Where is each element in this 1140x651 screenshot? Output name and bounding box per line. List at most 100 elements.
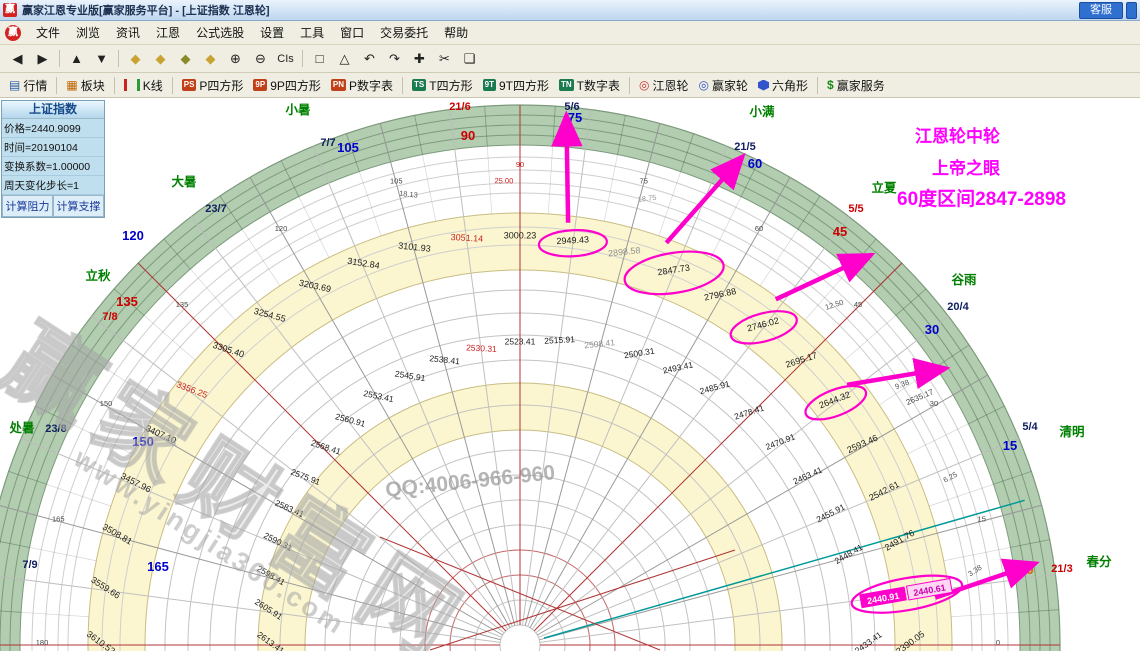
date-label: 23/7 xyxy=(205,203,226,215)
diamond-1-icon[interactable]: ◆ xyxy=(124,47,147,70)
degree-label: 150 xyxy=(132,434,154,449)
menu-item-0[interactable]: 文件 xyxy=(28,22,68,43)
diamond-2-icon[interactable]: ◆ xyxy=(149,47,172,70)
degree-label: 120 xyxy=(122,228,144,243)
9t-square-icon: 9T xyxy=(482,79,496,91)
rotate-right-icon[interactable]: ↷ xyxy=(383,47,406,70)
wheel-degree-tick: 180 xyxy=(36,638,49,647)
app-logo-icon: 赢 xyxy=(5,24,21,41)
sectors-icon: ▦ xyxy=(66,78,78,92)
winner-service-label: 赢家服务 xyxy=(836,78,885,93)
menu-item-7[interactable]: 窗口 xyxy=(332,22,372,43)
toolbar-item-hexagon[interactable]: 六角形 xyxy=(753,76,813,95)
triangle-tool-icon[interactable]: △ xyxy=(333,47,356,70)
chart-area: 2390.05 2491.76 2542.61 2593.46 2644.32 2695.… xyxy=(0,98,1140,651)
callout-tool-icon[interactable]: ❏ xyxy=(458,47,481,70)
toolbar-separator xyxy=(59,50,60,67)
menu-item-6[interactable]: 工具 xyxy=(292,22,332,43)
solar-term-label: 处暑 xyxy=(8,420,34,435)
toolbar-item-winner-wheel[interactable]: ◎ 赢家轮 xyxy=(694,76,754,95)
zoom-in-icon[interactable]: ⊕ xyxy=(224,47,247,70)
toolbar-item-t-square[interactable]: TS T四方形 xyxy=(407,76,478,95)
wheel-degree-tick: 90 xyxy=(516,160,524,169)
menu-item-5[interactable]: 设置 xyxy=(252,22,292,43)
menu-item-8[interactable]: 交易委托 xyxy=(372,22,436,43)
rotate-left-icon[interactable]: ↶ xyxy=(358,47,381,70)
kline-icon xyxy=(123,79,140,91)
menu-item-2[interactable]: 资讯 xyxy=(108,22,148,43)
hexagon-icon xyxy=(758,79,769,91)
menu-item-4[interactable]: 公式选股 xyxy=(188,22,252,43)
title-bar: 赢 赢家江恩专业版[赢家服务平台] - [上证指数 江恩轮] 客服 xyxy=(0,0,1140,21)
wheel-degree-tick: 45 xyxy=(854,300,862,309)
toolbar-separator xyxy=(171,76,173,94)
calc-support-button[interactable]: 计算支撑 xyxy=(53,195,104,217)
rect-tool-icon[interactable]: □ xyxy=(308,47,331,70)
winner-wheel-icon: ◎ xyxy=(698,78,709,92)
p-number-table-label: P数字表 xyxy=(349,78,394,93)
index-name: 上证指数 xyxy=(2,101,104,119)
toolbar-item-9t-square[interactable]: 9T 9T四方形 xyxy=(478,76,554,95)
back-icon[interactable]: ◀ xyxy=(6,47,29,70)
pointer-up-icon[interactable]: ▲ xyxy=(65,47,88,70)
solar-term-label: 立夏 xyxy=(871,180,897,195)
calc-resistance-button[interactable]: 计算阻力 xyxy=(2,195,53,217)
degree-label: 30 xyxy=(925,322,939,337)
quotes-icon: ▤ xyxy=(9,78,21,92)
menu-item-9[interactable]: 帮助 xyxy=(436,22,476,43)
toolbar-item-t-number-table[interactable]: TN T数字表 xyxy=(554,76,625,95)
cis-icon[interactable]: CIs xyxy=(274,47,297,70)
date-label: 5/6 xyxy=(564,101,579,113)
date-label: 23/8 xyxy=(45,423,66,435)
forward-icon[interactable]: ▶ xyxy=(31,47,54,70)
toolbar-item-p-number-table[interactable]: PN P数字表 xyxy=(326,76,398,95)
toolbar-item-winner-service[interactable]: $ 赢家服务 xyxy=(822,76,890,95)
cut-tool-icon[interactable]: ✂ xyxy=(433,47,456,70)
solar-term-label: 小暑 xyxy=(284,102,310,117)
t-square-label: T四方形 xyxy=(429,78,473,93)
9p-square-icon: 9P xyxy=(253,79,268,91)
toolbar-item-p-square[interactable]: PS P四方形 xyxy=(177,76,249,95)
hexagon-label: 六角形 xyxy=(772,78,809,93)
menu-item-3[interactable]: 江恩 xyxy=(148,22,188,43)
pointer-down-icon[interactable]: ▼ xyxy=(90,47,113,70)
toolbar-item-quotes[interactable]: ▤ 行情 xyxy=(4,76,52,95)
calc-buttons: 计算阻力 计算支撑 xyxy=(2,195,104,217)
menu-item-1[interactable]: 浏览 xyxy=(68,22,108,43)
annotation-line-0: 江恩轮中轮 xyxy=(915,127,1000,146)
toolbar-separator xyxy=(113,76,115,94)
index-info-rows: 价格=2440.9099 时间=20190104 变换系数=1.00000 周天变化步… xyxy=(2,119,104,195)
diamond-3-icon[interactable]: ◆ xyxy=(174,47,197,70)
diamond-4-icon[interactable]: ◆ xyxy=(199,47,222,70)
solar-term-label: 谷雨 xyxy=(951,272,977,287)
date-label: 21/6 xyxy=(449,101,470,113)
quotes-label: 行情 xyxy=(23,78,48,93)
toolbar-item-gann-wheel[interactable]: ◎ 江恩轮 xyxy=(634,76,694,95)
toolbar-item-sectors[interactable]: ▦ 板块 xyxy=(61,76,109,95)
wheel-pct-tick: 18.13 xyxy=(399,189,419,200)
degree-label: 15 xyxy=(1003,438,1017,453)
wheel-price-value: 2515.91 xyxy=(544,334,575,346)
solar-term-label: 小满 xyxy=(748,104,775,119)
wheel-degree-tick: 75 xyxy=(640,176,648,185)
date-label: 20/4 xyxy=(947,301,969,313)
menu-bar: 赢 文件 浏览 资讯 江恩 公式选股 设置 工具 窗口 交易委托 帮助 xyxy=(0,21,1140,45)
function-toolbar: ▤ 行情 ▦ 板块 K线 PS P四方形 9P 9P四方形 PN P数字表 TS T四方形 9T 9T四方形… xyxy=(0,73,1140,98)
wheel-degree-tick: 150 xyxy=(100,399,113,408)
wheel-price-value: 3000.23 xyxy=(504,231,537,241)
customer-service-button[interactable]: 客服 xyxy=(1079,1,1123,19)
zoom-out-icon[interactable]: ⊖ xyxy=(249,47,272,70)
toolbar-item-9p-square[interactable]: 9P 9P四方形 xyxy=(248,76,325,95)
9t-square-label: 9T四方形 xyxy=(498,78,549,93)
app-icon: 赢 xyxy=(3,3,17,17)
toolbar-item-kline[interactable]: K线 xyxy=(119,76,168,95)
solar-term-label: 清明 xyxy=(1059,424,1084,439)
kline-label: K线 xyxy=(142,78,163,93)
degree-label: 105 xyxy=(337,140,359,155)
wheel-degree-tick: 165 xyxy=(52,514,65,523)
t-number-table-icon: TN xyxy=(558,79,574,91)
wheel-degree-tick: 30 xyxy=(930,399,938,408)
winner-service-icon: $ xyxy=(827,78,834,92)
solar-term-label: 大暑 xyxy=(171,174,196,189)
move-tool-icon[interactable]: ✚ xyxy=(408,47,431,70)
